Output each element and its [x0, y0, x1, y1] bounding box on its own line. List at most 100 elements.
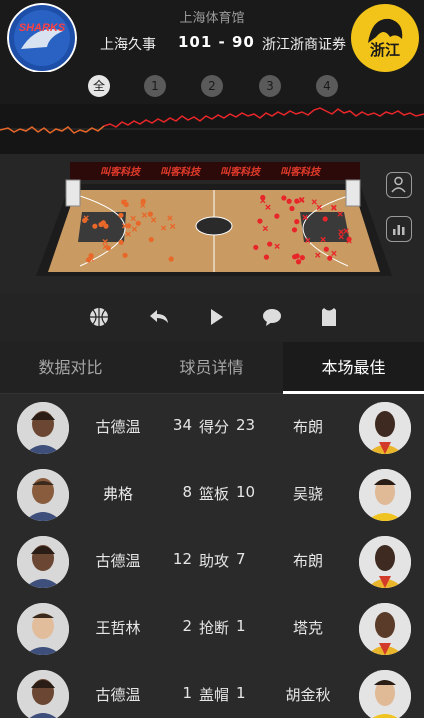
home-stat-value: 1: [182, 684, 192, 702]
game-header: SHARKS 上海体育馆 上海久事 101 - 90 浙江浙商证券 浙江: [0, 0, 424, 73]
away-team-name: 浙江浙商证券: [262, 37, 346, 53]
away-made-shot: [253, 244, 259, 251]
home-stat-value: 12: [172, 550, 192, 568]
avatar[interactable]: [17, 603, 69, 655]
away-made-shot: [323, 246, 329, 252]
tab-game-best[interactable]: 本场最佳: [283, 342, 424, 394]
home-player-name: 古德温: [95, 686, 141, 704]
basketball-icon[interactable]: [86, 304, 112, 330]
away-made-shot: [257, 218, 263, 224]
away-made-shot: [274, 213, 280, 219]
away-made-shot: [263, 254, 270, 260]
home-team-name: 上海久事: [100, 37, 156, 53]
ad-banner-2: 叫客科技: [160, 166, 202, 178]
avatar[interactable]: [359, 402, 411, 454]
away-made-shot: [286, 198, 292, 204]
away-made-shot: [299, 255, 305, 261]
jersey-icon[interactable]: [316, 304, 342, 330]
avatar[interactable]: [359, 536, 411, 588]
stat-label: 得分: [198, 418, 229, 436]
home-made-shot: [118, 239, 124, 245]
period-4[interactable]: 4: [316, 75, 338, 97]
ad-banner-1: 叫客科技: [100, 166, 142, 178]
stat-label: 盖帽: [198, 686, 229, 704]
away-stat-value: 1: [236, 617, 246, 635]
scoreline: 101 - 90: [178, 33, 255, 51]
away-made-shot: [291, 227, 298, 233]
away-made-shot: [281, 195, 287, 201]
away-player-name: 布朗: [292, 418, 323, 436]
stat-label: 篮板: [198, 485, 229, 503]
avatar[interactable]: [359, 670, 411, 718]
stats-report-button[interactable]: [386, 216, 412, 242]
avatar[interactable]: [359, 469, 411, 521]
away-stat-value: 1: [236, 684, 246, 702]
period-3[interactable]: 3: [259, 75, 281, 97]
home-made-shot: [118, 212, 124, 218]
comment-icon[interactable]: [259, 304, 285, 330]
away-made-shot: [289, 205, 295, 212]
away-player-name: 胡金秋: [285, 686, 331, 704]
period-1[interactable]: 1: [144, 75, 166, 97]
best-row-points: 古德温 34 得分 23 布朗: [0, 394, 424, 461]
home-made-shot: [100, 220, 106, 226]
playback-toolbar: [0, 294, 424, 342]
avatar[interactable]: [17, 536, 69, 588]
away-team-logo[interactable]: 浙江: [350, 3, 420, 73]
home-player-name: 王哲林: [95, 619, 141, 637]
tab-data-comparison[interactable]: 数据对比: [0, 342, 141, 394]
away-player-name: 布朗: [292, 552, 323, 570]
home-stat-value: 8: [182, 483, 192, 501]
replay-icon[interactable]: [146, 304, 172, 330]
away-stat-value: 23: [236, 416, 256, 434]
home-made-shot: [168, 256, 174, 262]
period-2[interactable]: 2: [201, 75, 223, 97]
stat-label: 抢断: [198, 619, 229, 637]
home-player-name: 弗格: [102, 485, 133, 503]
shot-chart-court: 叫客科技 叫客科技 叫客科技 叫客科技: [0, 154, 424, 294]
avatar[interactable]: [359, 603, 411, 655]
home-made-shot: [147, 211, 153, 217]
home-stat-value: 2: [182, 617, 192, 635]
best-player-list: 古德温 34 得分 23 布朗 弗格 8 篮板 10 吴骁 古德温 12 助攻 …: [0, 394, 424, 718]
best-row-steals: 王哲林 2 抢断 1 塔克: [0, 595, 424, 662]
player-profile-button[interactable]: [386, 172, 412, 198]
tab-player-details[interactable]: 球员详情: [141, 342, 282, 394]
away-player-name: 吴骁: [292, 485, 323, 503]
avatar[interactable]: [17, 670, 69, 718]
home-made-shot: [105, 245, 111, 251]
away-stat-value: 7: [236, 550, 246, 568]
away-player-name: 塔克: [292, 619, 323, 637]
best-row-blocks: 古德温 1 盖帽 1 胡金秋: [0, 662, 424, 718]
stat-label: 助攻: [198, 552, 229, 570]
period-selector: 全 1 2 3 4: [0, 72, 424, 104]
best-row-assists: 古德温 12 助攻 7 布朗: [0, 528, 424, 595]
home-made-shot: [123, 201, 129, 208]
away-backboard: [345, 179, 361, 207]
home-made-shot: [148, 236, 154, 243]
report-icon: [393, 225, 405, 235]
ad-banner-4: 叫客科技: [280, 166, 322, 178]
away-made-shot: [294, 198, 300, 204]
avatar[interactable]: [17, 402, 69, 454]
away-made-shot: [295, 259, 302, 265]
svg-text:浙江: 浙江: [370, 41, 400, 59]
away-made-shot: [327, 255, 333, 261]
person-icon: [391, 176, 406, 193]
home-made-shot: [122, 252, 128, 258]
away-made-shot: [322, 216, 328, 222]
avatar[interactable]: [17, 469, 69, 521]
momentum-away-line: [103, 107, 424, 128]
period-all[interactable]: 全: [88, 75, 110, 97]
play-icon[interactable]: [203, 304, 229, 330]
home-made-shot: [135, 220, 141, 226]
home-player-name: 古德温: [95, 552, 141, 570]
home-made-shot: [82, 217, 88, 224]
away-made-shot: [294, 219, 300, 225]
momentum-chart: [0, 104, 424, 154]
home-stat-value: 34: [172, 416, 192, 434]
home-backboard: [65, 179, 81, 207]
away-made-shot: [267, 241, 273, 247]
home-player-name: 古德温: [95, 418, 141, 436]
ad-banner-3: 叫客科技: [220, 166, 262, 178]
